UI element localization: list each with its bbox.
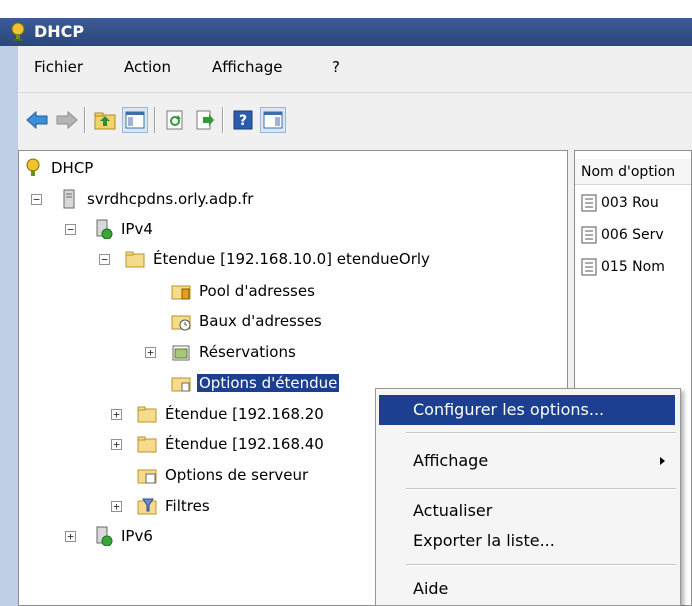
window-frame-left [0,46,18,606]
ipv6-icon [96,526,113,546]
list-item-label: 006 Serv [601,227,664,243]
collapse-toggle[interactable]: − [99,254,110,265]
tree-item-address-pool[interactable]: Pool d'adresses [171,280,317,302]
menu-item-help[interactable]: Aide [379,574,675,604]
export-button[interactable] [192,107,218,133]
option-icon [581,226,597,244]
tree-item-scope-192-168-20[interactable]: Étendue [192.168.20 [137,403,326,425]
menu-action[interactable]: Action [124,58,171,76]
tree-label: Baux d'adresses [199,312,322,330]
tree-label: svrdhcpdns.orly.adp.fr [87,190,254,208]
dhcp-icon [26,158,40,176]
expand-toggle[interactable]: + [65,531,76,542]
help-button[interactable]: ? [230,107,256,133]
toolbar-separator [222,107,224,133]
menu-bar: Fichier Action Affichage ? [18,46,692,92]
server-icon [63,189,75,209]
column-header-option-name[interactable]: Nom d'option [575,159,691,185]
menu-separator [406,432,676,434]
show-tree-icon [125,111,145,129]
refresh-icon [166,110,183,130]
tree-item-ipv4[interactable]: IPv4 [93,218,155,240]
tree-label: Étendue [192.168.10.0] etendueOrly [153,250,430,268]
context-menu: Configurer les options... Affichage Actu… [375,388,681,606]
option-icon [581,258,597,276]
menu-item-configure-options[interactable]: Configurer les options... [379,395,675,425]
refresh-button[interactable] [162,107,188,133]
show-tree-button[interactable] [122,107,148,133]
toolbar-separator [154,107,156,133]
tree-label: IPv6 [121,527,153,545]
expand-toggle[interactable]: + [111,439,122,450]
menu-separator [406,488,676,490]
scope-options-icon [171,377,191,392]
menu-item-label: Affichage [413,451,489,470]
ipv4-icon [96,219,113,239]
tree-label: Pool d'adresses [199,282,315,300]
address-pool-icon [171,285,191,300]
tree-item-dhcp-root[interactable]: DHCP [23,157,95,179]
option-icon [581,194,597,212]
list-item-label: 003 Rou [601,195,659,211]
collapse-toggle[interactable]: − [65,224,76,235]
tree-item-scope-192-168-40[interactable]: Étendue [192.168.40 [137,433,326,455]
menu-fichier[interactable]: Fichier [34,58,83,76]
expand-toggle[interactable]: + [145,347,156,358]
expand-toggle[interactable]: + [111,409,122,420]
tree-label: Étendue [192.168.40 [165,435,324,453]
address-leases-icon [171,315,191,331]
action-pane-button[interactable] [260,107,286,133]
menu-separator [406,564,676,566]
menu-affichage[interactable]: Affichage [212,58,282,76]
tree-item-ipv6[interactable]: IPv6 [93,525,155,547]
title-bar[interactable]: DHCP [0,18,692,46]
help-icon: ? [233,110,253,130]
list-item[interactable]: 006 Serv [581,223,664,247]
tree-item-scope-192-168-10-0[interactable]: Étendue [192.168.10.0] etendueOrly [125,248,432,270]
tree-label: IPv4 [121,220,153,238]
tree-label: Options de serveur [165,466,309,484]
tree-item-server-options[interactable]: Options de serveur [137,464,310,486]
tree-label: Filtres [165,497,210,515]
folder-icon [137,406,157,423]
export-icon [196,110,214,130]
action-pane-icon [263,111,283,129]
list-item[interactable]: 003 Rou [581,191,659,215]
tree-item-filters[interactable]: Filtres [137,495,212,517]
svg-text:?: ? [239,113,247,129]
expand-toggle[interactable]: + [111,501,122,512]
folder-icon [125,251,145,268]
toolbar-separator [84,107,86,133]
up-folder-icon [94,112,116,130]
list-item-label: 015 Nom [601,259,665,275]
collapse-toggle[interactable]: − [31,194,42,205]
toolbar: ? [18,92,692,151]
tree-item-scope-options[interactable]: Options d'étendue [171,372,341,394]
folder-icon [137,436,157,453]
menu-item-export-list[interactable]: Exporter la liste... [379,526,675,556]
tree-label: DHCP [51,159,94,177]
menu-item-refresh[interactable]: Actualiser [379,496,675,526]
forward-icon [56,111,78,129]
up-folder-button[interactable] [92,107,118,133]
reservations-icon [172,345,190,361]
tree-label: Options d'étendue [195,373,341,393]
server-options-icon [137,469,157,484]
submenu-arrow-icon [660,457,665,465]
list-item[interactable]: 015 Nom [581,255,665,279]
dhcp-app-icon [11,22,25,41]
forward-button[interactable] [54,107,80,133]
menu-help[interactable]: ? [332,58,340,76]
back-icon [26,111,48,129]
tree-label: Étendue [192.168.20 [165,405,324,423]
window-title: DHCP [34,22,85,41]
back-button[interactable] [24,107,50,133]
tree-item-server[interactable]: svrdhcpdns.orly.adp.fr [59,188,255,210]
tree-item-reservations[interactable]: Réservations [171,341,298,363]
filter-icon [137,498,157,515]
menu-item-view[interactable]: Affichage [379,446,675,476]
tree-label: Réservations [199,343,296,361]
tree-item-address-leases[interactable]: Baux d'adresses [171,310,324,332]
